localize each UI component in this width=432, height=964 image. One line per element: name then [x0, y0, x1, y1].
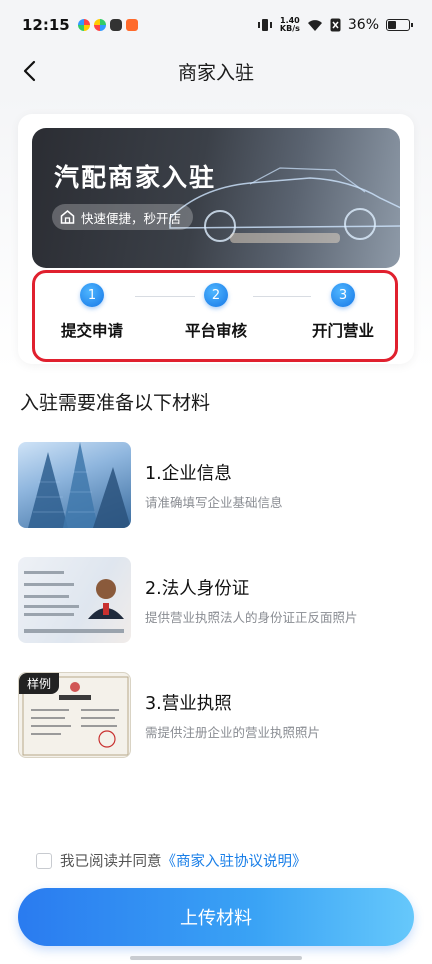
- app-notification-icon: [109, 19, 122, 31]
- home-indicator: [130, 956, 302, 960]
- app-notification-icon: [77, 19, 90, 31]
- building-photo-icon: [18, 442, 131, 528]
- step-number-badge: 3: [331, 283, 355, 307]
- banner: 汽配商家入驻 快速便捷，秒开店: [32, 128, 400, 268]
- banner-title: 汽配商家入驻: [54, 163, 217, 192]
- banner-tagline-text: 快速便捷，秒开店: [81, 210, 182, 226]
- id-card-illustration: [24, 571, 124, 633]
- app-notification-icon: [93, 19, 106, 31]
- material-description: 需提供注册企业的营业执照照片: [145, 725, 321, 740]
- step-number-badge: 2: [204, 283, 228, 307]
- material-title: 1.企业信息: [145, 464, 232, 484]
- agreement-row: 我已阅读并同意 《商家入驻协议说明》: [36, 850, 307, 871]
- material-description: 提供营业执照法人的身份证正反面照片: [145, 610, 358, 625]
- sample-badge: 样例: [19, 673, 60, 694]
- step-submit-application: 1 提交申请: [42, 283, 142, 341]
- id-card-photo-icon: [18, 557, 131, 643]
- step-label: 提交申请: [60, 322, 123, 340]
- banner-tagline: 快速便捷，秒开店: [52, 204, 194, 230]
- steps-progress: 1 提交申请 2 平台审核 3 开门营业: [32, 270, 398, 362]
- agreement-text: 我已阅读并同意: [60, 854, 162, 870]
- app-notification-icon: [125, 19, 138, 31]
- notification-icons: [77, 19, 138, 31]
- network-speed-unit: KB/s: [279, 24, 300, 33]
- nav-bar: 商家入驻: [0, 50, 432, 92]
- status-bar: 12:15 1.40 KB/s 36%: [0, 0, 432, 50]
- business-license-photo-icon: 样例: [18, 672, 131, 758]
- step-number-badge: 1: [80, 283, 104, 307]
- vibrate-icon: [257, 19, 272, 31]
- chevron-left-icon: [23, 60, 36, 82]
- material-item-company-info: 1.企业信息 请准确填写企业基础信息: [18, 442, 418, 528]
- material-title: 3.营业执照: [145, 694, 232, 714]
- material-item-legal-id: 2.法人身份证 提供营业执照法人的身份证正反面照片: [18, 557, 418, 643]
- agreement-link[interactable]: 《商家入驻协议说明》: [162, 850, 307, 871]
- battery-percent: 36%: [347, 17, 379, 33]
- step-platform-review: 2 平台审核: [166, 283, 266, 341]
- no-sim-icon: [330, 18, 341, 32]
- wifi-icon: [307, 19, 322, 31]
- step-label: 开门营业: [311, 322, 374, 340]
- page-title: 商家入驻: [177, 61, 254, 84]
- network-speed: 1.40 KB/s: [280, 17, 300, 33]
- agreement-checkbox[interactable]: [36, 852, 52, 869]
- upload-materials-button[interactable]: 上传材料: [18, 888, 414, 946]
- back-button[interactable]: [14, 56, 44, 86]
- status-time: 12:15: [22, 16, 70, 34]
- step-open-business: 3 开门营业: [293, 283, 393, 341]
- step-label: 平台审核: [184, 322, 247, 340]
- status-right-group: 1.40 KB/s 36%: [257, 17, 413, 33]
- building-illustration: [28, 442, 131, 528]
- material-item-business-license: 样例 3.营业执照 需提供注册企业的营业执照照片: [18, 672, 418, 758]
- shop-icon: [60, 210, 75, 224]
- material-title: 2.法人身份证: [145, 579, 250, 599]
- material-description: 请准确填写企业基础信息: [145, 495, 283, 510]
- battery-icon: [386, 19, 413, 31]
- section-title: 入驻需要准备以下材料: [20, 392, 211, 414]
